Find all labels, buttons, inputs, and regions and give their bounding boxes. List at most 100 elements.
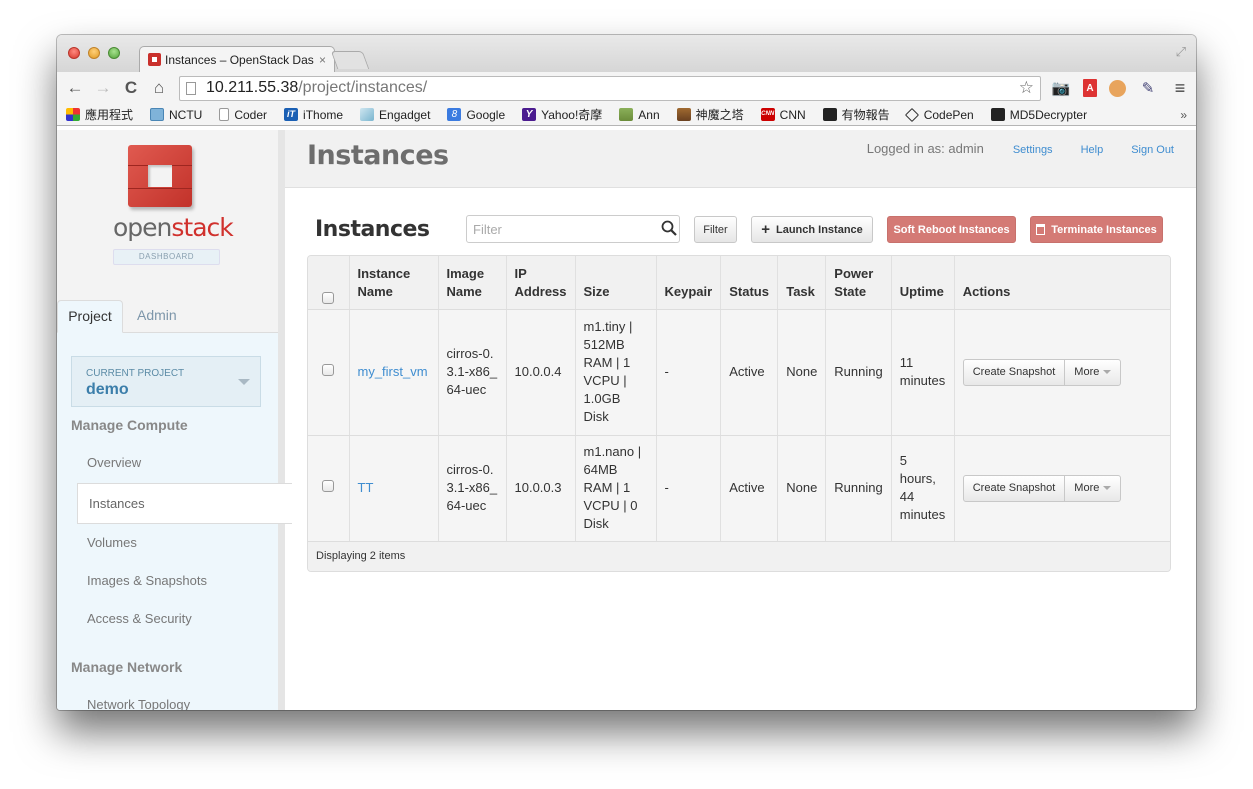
openstack-logo[interactable]: openstack DASHBOARD — [57, 130, 278, 300]
reload-button[interactable]: C — [119, 76, 143, 100]
sidebar: openstack DASHBOARD Project Admin CURREN… — [57, 130, 292, 710]
page-content: openstack DASHBOARD Project Admin CURREN… — [57, 130, 1196, 710]
bookmark-apps[interactable]: 應用程式 — [66, 106, 133, 123]
window-controls — [68, 47, 120, 59]
sign-out-link[interactable]: Sign Out — [1131, 144, 1174, 156]
col-uptime[interactable]: Uptime — [890, 256, 955, 310]
sidebar-item-images[interactable]: Images & Snapshots — [87, 573, 207, 588]
col-power-state[interactable]: Power State — [825, 256, 892, 310]
bookmark-star-icon[interactable]: ☆ — [1019, 78, 1034, 98]
folder-icon — [150, 108, 165, 121]
new-tab-button[interactable] — [330, 51, 370, 69]
soft-reboot-button[interactable]: Soft Reboot Instances — [887, 216, 1016, 243]
task-cell: None — [777, 435, 826, 542]
chevron-down-icon — [238, 379, 250, 385]
uptime-cell: 11 minutes — [890, 309, 955, 436]
trash-icon — [1036, 224, 1046, 235]
size-cell: m1.tiny | 512MB RAM | 1 VCPU | 1.0GB Dis… — [574, 309, 657, 436]
zoom-window-button[interactable] — [108, 47, 120, 59]
sidebar-nav: CURRENT PROJECT demo Manage Compute Over… — [57, 333, 292, 710]
cookie-extension-icon[interactable] — [1109, 79, 1126, 97]
bookmark-engadget[interactable]: Engadget — [360, 108, 430, 122]
row-checkbox[interactable] — [322, 364, 335, 376]
table-footer-row: Displaying 2 items — [308, 541, 1170, 571]
logo-subtitle: DASHBOARD — [113, 249, 220, 265]
more-actions-button[interactable]: More — [1064, 475, 1120, 501]
instance-name-link[interactable]: my_first_vm — [358, 364, 428, 379]
chrome-menu-icon[interactable]: ≡ — [1170, 78, 1190, 98]
size-cell: m1.nano | 64MB RAM | 1 VCPU | 0 Disk — [574, 435, 657, 542]
launch-instance-button[interactable]: + Launch Instance — [751, 216, 873, 243]
col-image-name[interactable]: Image Name — [437, 256, 506, 310]
bookmark-nctu[interactable]: NCTU — [150, 108, 202, 122]
help-link[interactable]: Help — [1081, 144, 1104, 156]
create-snapshot-button[interactable]: Create Snapshot — [964, 360, 1065, 385]
book-extension-icon[interactable]: A — [1083, 79, 1097, 97]
instance-name-link[interactable]: TT — [358, 480, 374, 495]
bookmark-md5[interactable]: MD5Decrypter — [990, 108, 1087, 122]
bookmark-coder[interactable]: Coder — [219, 108, 267, 122]
eyedropper-extension-icon[interactable]: ✎ — [1138, 78, 1158, 98]
row-checkbox[interactable] — [322, 480, 335, 492]
actions-cell: Create Snapshot More — [953, 309, 1170, 436]
more-actions-button[interactable]: More — [1064, 359, 1120, 385]
bookmark-news[interactable]: 有物報告 — [822, 106, 890, 123]
sidebar-item-overview[interactable]: Overview — [87, 455, 141, 470]
logged-in-user: Logged in as: admin — [866, 141, 984, 156]
bookmark-google[interactable]: 8 Google — [447, 108, 505, 122]
keypair-cell: - — [655, 309, 721, 436]
col-size[interactable]: Size — [574, 256, 657, 310]
forward-button[interactable]: → — [91, 76, 115, 100]
col-actions: Actions — [953, 256, 1170, 310]
filter-input[interactable] — [466, 215, 680, 243]
back-button[interactable]: ← — [63, 76, 87, 100]
address-bar[interactable]: 10.211.55.38 /project/instances/ ☆ — [179, 75, 1041, 101]
bookmark-yahoo[interactable]: Y Yahoo!奇摩 — [522, 106, 602, 123]
nav-heading-network: Manage Network — [71, 659, 183, 675]
extensions: 📷 A ✎ ≡ — [1051, 78, 1190, 98]
select-all-checkbox[interactable] — [322, 291, 335, 304]
sidebar-item-access[interactable]: Access & Security — [87, 611, 192, 626]
select-all-cell — [308, 256, 349, 310]
create-snapshot-button[interactable]: Create Snapshot — [964, 476, 1065, 501]
bookmarks-overflow-button[interactable]: » — [1180, 108, 1187, 122]
tab-admin[interactable]: Admin — [137, 300, 177, 333]
col-task[interactable]: Task — [777, 256, 826, 310]
bookmark-cnn[interactable]: CNN CNN — [760, 108, 806, 122]
tab-close-icon[interactable]: × — [319, 53, 326, 67]
bookmark-ithome[interactable]: iT iThome — [284, 108, 343, 122]
project-switcher[interactable]: CURRENT PROJECT demo — [71, 356, 261, 407]
browser-tab[interactable]: Instances – OpenStack Das × — [139, 46, 335, 72]
sidebar-item-instances[interactable]: Instances — [77, 483, 292, 524]
bookmark-ann[interactable]: Ann — [619, 108, 660, 122]
col-keypair[interactable]: Keypair — [655, 256, 721, 310]
filter-button[interactable]: Filter — [694, 216, 737, 243]
sidebar-item-volumes[interactable]: Volumes — [87, 535, 137, 550]
task-cell: None — [777, 309, 826, 436]
bookmark-codepen[interactable]: CodePen — [904, 107, 974, 122]
bookmark-tos[interactable]: 神魔之塔 — [676, 106, 744, 123]
col-status[interactable]: Status — [720, 256, 778, 310]
close-window-button[interactable] — [68, 47, 80, 59]
browser-window: Instances – OpenStack Das × ⤢ ← → C ⌂ 10… — [57, 35, 1196, 710]
terminate-instances-button[interactable]: Terminate Instances — [1030, 216, 1163, 243]
news-icon — [822, 108, 837, 121]
camera-extension-icon[interactable]: 📷 — [1051, 78, 1071, 98]
logo-text: openstack — [113, 213, 234, 242]
main-content: Instances Logged in as: admin Settings H… — [285, 130, 1196, 710]
dashboard-tabs: Project Admin — [57, 300, 278, 333]
col-ip-address[interactable]: IP Address — [505, 256, 576, 310]
sidebar-item-network-topology[interactable]: Network Topology — [87, 697, 190, 710]
url-path: /project/instances/ — [298, 79, 428, 96]
table-row: TT cirros-0.3.1-x86_64-uec 10.0.0.3 m1.n… — [308, 435, 1170, 542]
col-instance-name[interactable]: Instance Name — [348, 256, 438, 310]
settings-link[interactable]: Settings — [1013, 144, 1053, 156]
search-icon[interactable] — [661, 220, 677, 236]
home-button[interactable]: ⌂ — [147, 76, 171, 100]
table-row: my_first_vm cirros-0.3.1-x86_64-uec 10.0… — [308, 309, 1170, 436]
caret-down-icon — [1103, 370, 1112, 374]
fullscreen-icon[interactable]: ⤢ — [1176, 44, 1186, 60]
tab-project[interactable]: Project — [57, 300, 123, 333]
tab-title: Instances – OpenStack Das — [165, 52, 314, 67]
minimize-window-button[interactable] — [88, 47, 100, 59]
